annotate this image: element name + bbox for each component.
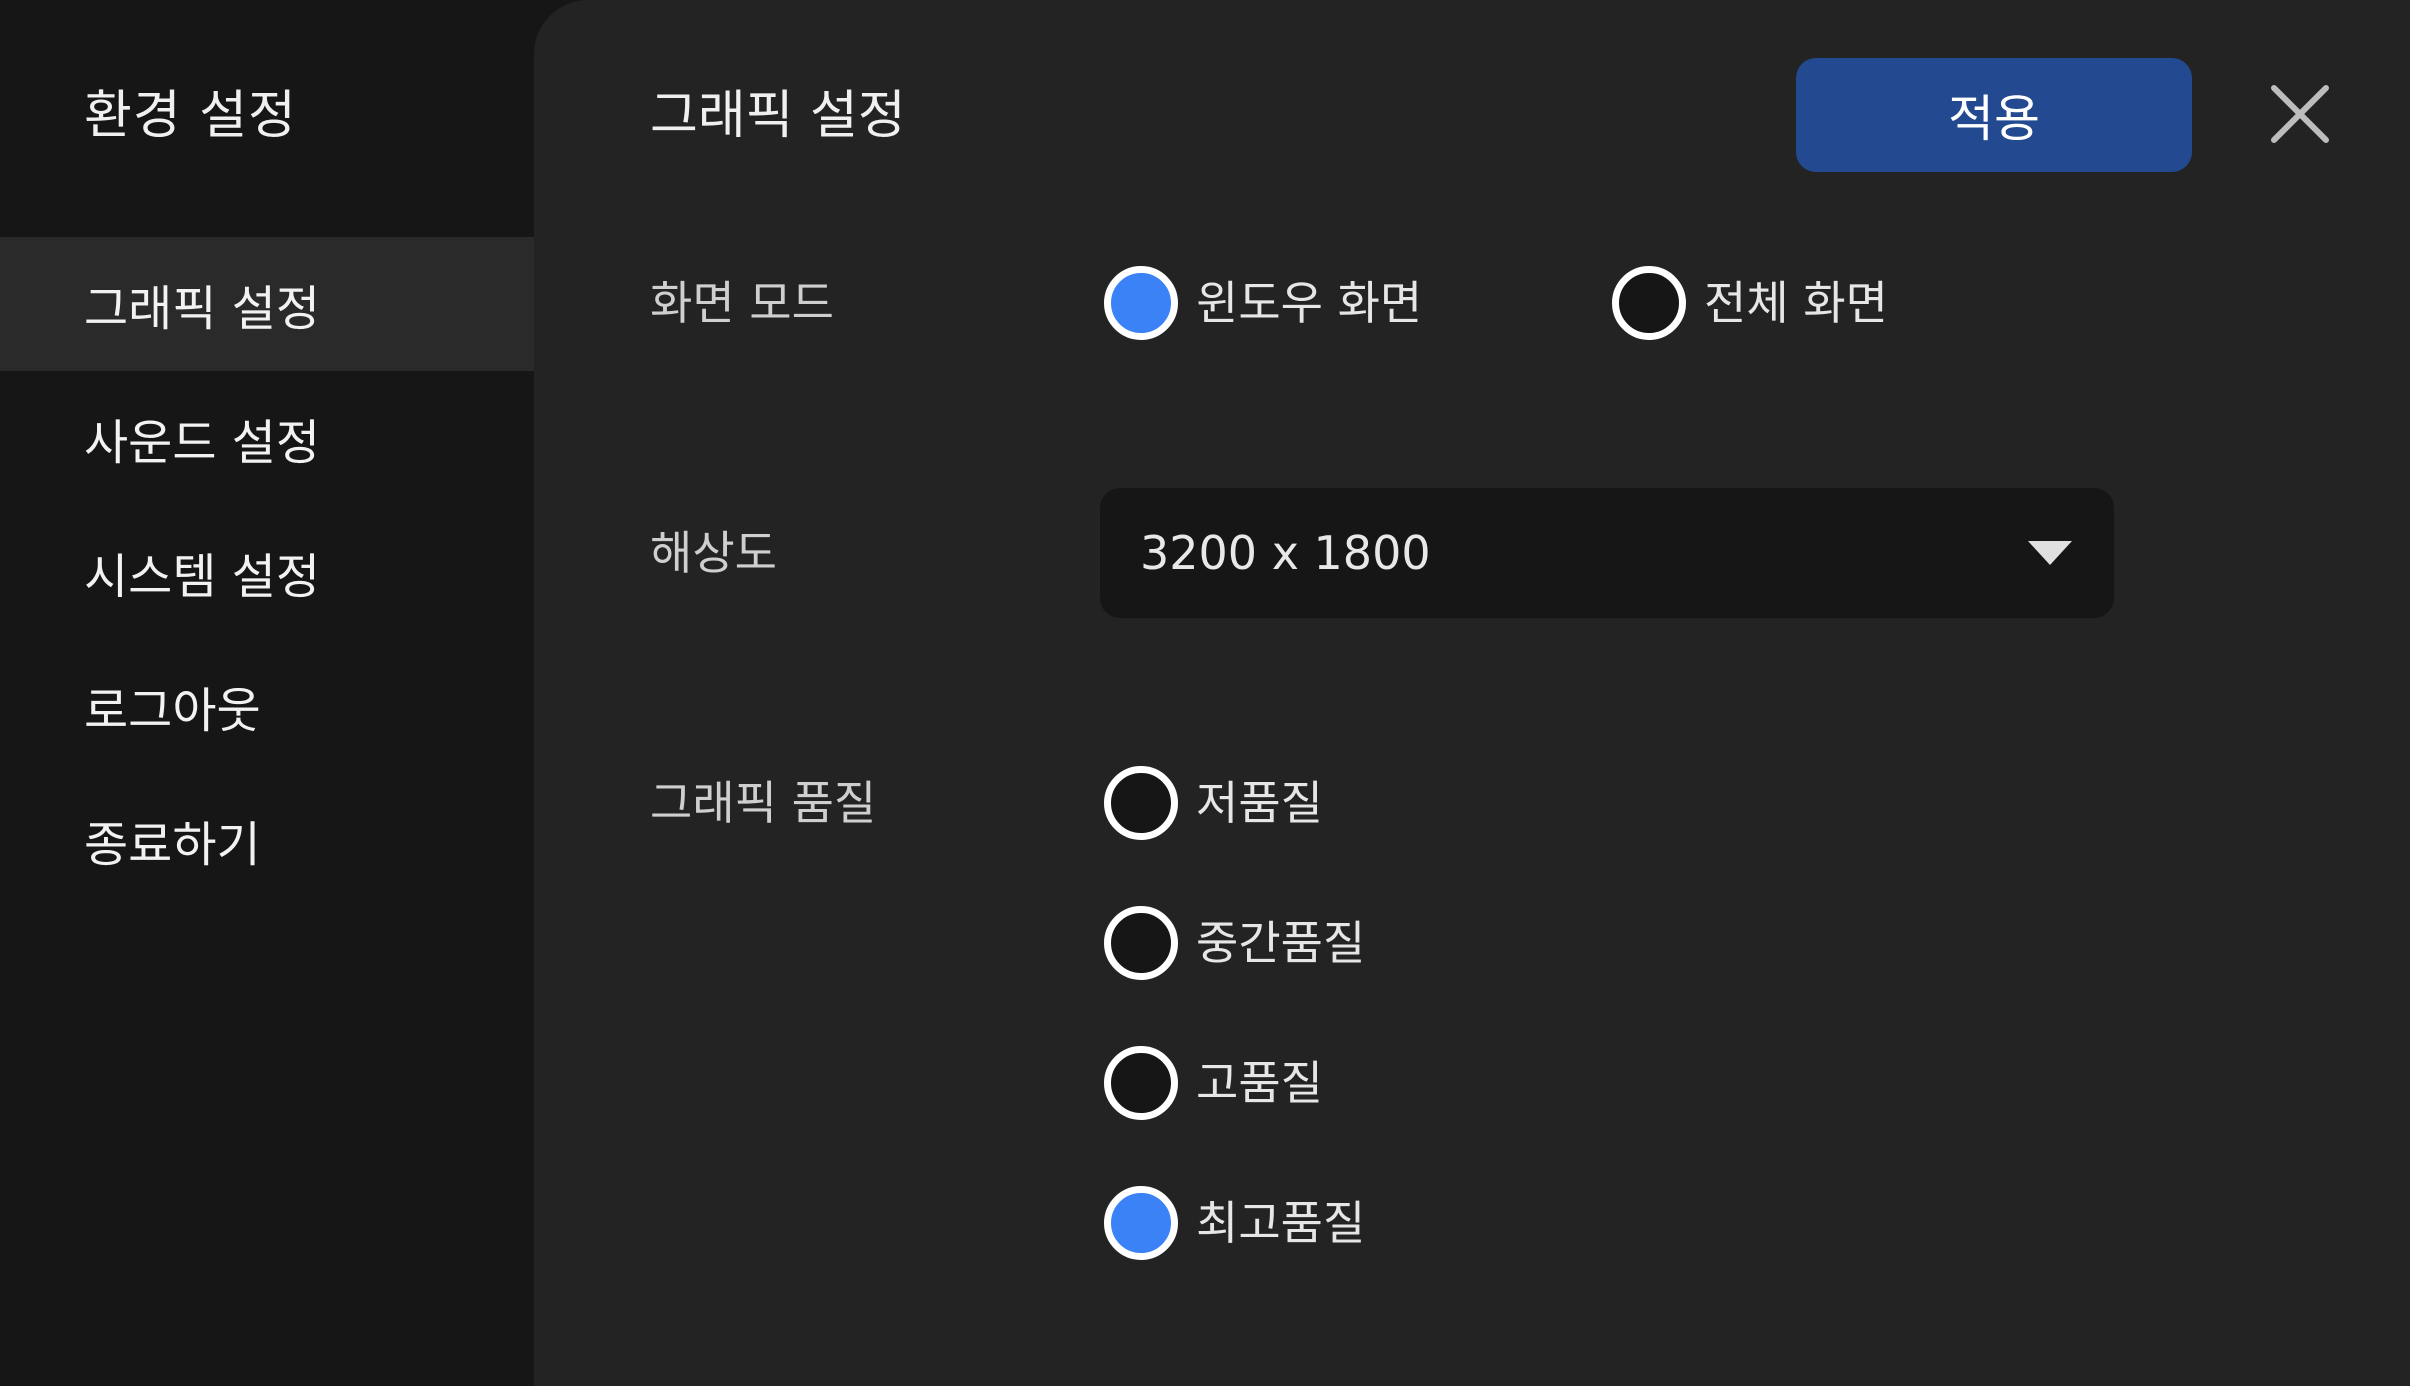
radio-label: 최고품질 [1196, 1196, 1366, 1250]
radio-quality-ultra[interactable]: 최고품질 [1104, 1186, 1365, 1260]
sidebar-item-label: 로그아웃 [84, 683, 261, 739]
settings-window: 환경 설정 그래픽 설정 사운드 설정 시스템 설정 로그아웃 종료하기 그래픽… [0, 0, 2410, 1386]
radio-window-mode[interactable]: 윈도우 화면 [1104, 266, 1422, 340]
close-icon [2271, 85, 2329, 143]
close-button[interactable] [2264, 78, 2336, 150]
radio-fullscreen-mode[interactable]: 전체 화면 [1612, 266, 1888, 340]
radio-quality-high[interactable]: 고품질 [1104, 1046, 1323, 1120]
radio-quality-low[interactable]: 저품질 [1104, 766, 1323, 840]
sidebar-item-label: 종료하기 [84, 817, 261, 873]
radio-indicator [1104, 1186, 1178, 1260]
radio-indicator [1104, 1046, 1178, 1120]
radio-label: 저품질 [1196, 776, 1323, 830]
graphics-quality-label: 그래픽 품질 [650, 776, 877, 830]
sidebar-item-label: 시스템 설정 [84, 549, 321, 605]
radio-label: 고품질 [1196, 1056, 1323, 1110]
sidebar-item-graphics[interactable]: 그래픽 설정 [0, 237, 534, 371]
apply-button[interactable]: 적용 [1796, 58, 2192, 172]
sidebar-item-logout[interactable]: 로그아웃 [0, 639, 534, 773]
resolution-select[interactable]: 3200 x 1800 [1100, 488, 2114, 618]
radio-label: 중간품질 [1196, 916, 1366, 970]
sidebar-title: 환경 설정 [84, 86, 297, 146]
radio-label: 전체 화면 [1704, 276, 1888, 330]
panel-title: 그래픽 설정 [650, 86, 906, 146]
sidebar-item-label: 사운드 설정 [84, 415, 321, 471]
radio-indicator [1104, 766, 1178, 840]
sidebar-item-sound[interactable]: 사운드 설정 [0, 371, 534, 505]
sidebar-item-label: 그래픽 설정 [84, 281, 321, 337]
graphics-settings-panel: 그래픽 설정 적용 화면 모드 윈도우 화면 전체 화면 해상도 3200 x … [534, 0, 2410, 1386]
screen-mode-label: 화면 모드 [650, 276, 834, 330]
radio-quality-medium[interactable]: 중간품질 [1104, 906, 1365, 980]
radio-indicator [1104, 906, 1178, 980]
sidebar-item-quit[interactable]: 종료하기 [0, 773, 534, 907]
chevron-down-icon [2028, 541, 2072, 565]
radio-indicator [1104, 266, 1178, 340]
sidebar-item-system[interactable]: 시스템 설정 [0, 505, 534, 639]
resolution-label: 해상도 [650, 526, 777, 580]
resolution-value: 3200 x 1800 [1140, 526, 1431, 580]
settings-sidebar: 환경 설정 그래픽 설정 사운드 설정 시스템 설정 로그아웃 종료하기 [0, 0, 534, 1386]
sidebar-menu: 그래픽 설정 사운드 설정 시스템 설정 로그아웃 종료하기 [0, 237, 534, 907]
radio-label: 윈도우 화면 [1196, 276, 1423, 330]
radio-indicator [1612, 266, 1686, 340]
